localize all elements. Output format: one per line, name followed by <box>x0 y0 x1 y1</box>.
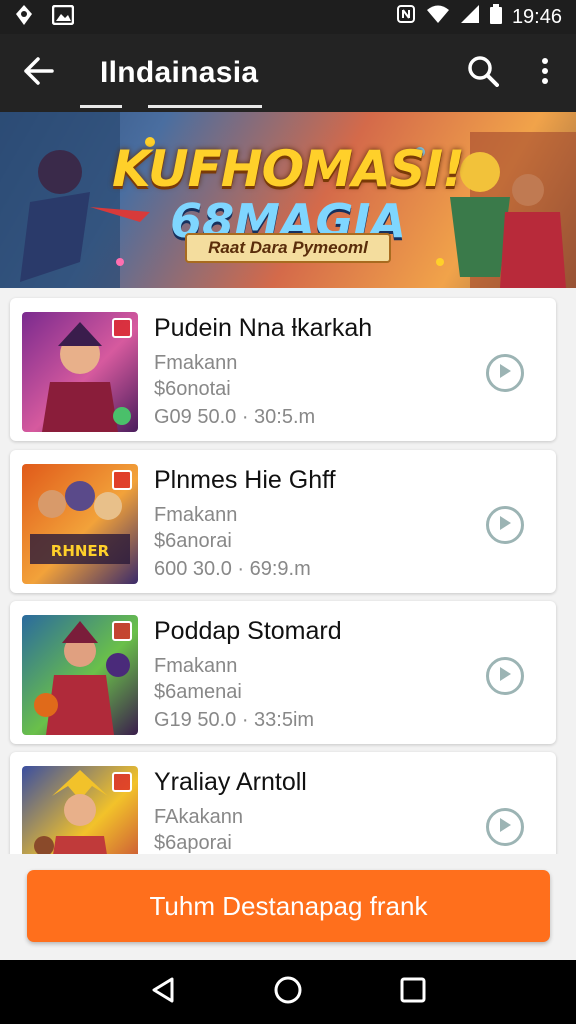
nav-recents-button[interactable] <box>383 962 443 1022</box>
page-title: Ilndainasia <box>100 56 259 89</box>
banner-ribbon: Raat Dara Pymeoml <box>185 233 391 263</box>
more-options-button[interactable] <box>514 34 576 112</box>
list-item[interactable]: Pudein Nna ƚkarkah Fmakann $6onotai G09 … <box>10 298 556 441</box>
item-subtitle: Fmakann <box>154 504 238 526</box>
battery-icon <box>489 4 502 30</box>
recents-square-icon <box>400 977 426 1008</box>
thumbnail <box>22 615 138 735</box>
tab-indicators <box>0 104 576 112</box>
play-icon <box>497 362 513 385</box>
tab-indicator-active <box>148 105 262 108</box>
badge-icon <box>112 470 132 490</box>
game-list[interactable]: Pudein Nna ƚkarkah Fmakann $6onotai G09 … <box>0 288 576 854</box>
back-triangle-icon <box>150 976 176 1009</box>
location-icon <box>14 4 34 31</box>
cta-container: Tuhm Destanapag frank <box>0 854 576 960</box>
image-icon <box>51 4 75 30</box>
item-stats: 600 30.0 · 69:9.m <box>154 558 311 580</box>
item-subtitle: FAkakann <box>154 806 243 828</box>
play-button[interactable] <box>486 506 524 544</box>
nav-back-button[interactable] <box>133 962 193 1022</box>
system-nav-bar <box>0 960 576 1024</box>
item-subtitle: Fmakann <box>154 655 238 677</box>
play-icon <box>497 665 513 688</box>
item-subtitle: Fmakann <box>154 352 238 374</box>
thumbnail <box>22 766 138 854</box>
item-stats: G09 50.0 · 30:5.m <box>154 406 316 428</box>
more-vert-icon <box>541 57 549 90</box>
item-stats: G19 50.0 · 33:5im <box>154 709 315 731</box>
back-arrow-icon <box>24 56 54 90</box>
play-button[interactable] <box>486 657 524 695</box>
item-title: Pudein Nna ƚkarkah <box>154 314 373 342</box>
banner-title: KUFHOMASI! <box>112 140 465 198</box>
badge-icon <box>112 621 132 641</box>
item-title: Plnmes Hie Ghff <box>154 466 336 494</box>
status-time: 19:46 <box>511 5 562 28</box>
item-title: Yraliay Arntoll <box>154 768 307 796</box>
thumbnail <box>22 312 138 432</box>
play-icon <box>497 514 513 537</box>
list-item[interactable]: Poddap Stomard Fmakann $6amenai G19 50.0… <box>10 601 556 744</box>
badge-icon <box>112 318 132 338</box>
play-button[interactable] <box>486 354 524 392</box>
play-icon <box>497 816 513 839</box>
cta-button[interactable]: Tuhm Destanapag frank <box>27 870 550 942</box>
item-title: Poddap Stomard <box>154 617 342 645</box>
home-circle-icon <box>273 975 303 1010</box>
item-price: $6aporai <box>154 832 232 854</box>
nav-home-button[interactable] <box>258 962 318 1022</box>
item-price: $6onotai <box>154 378 231 400</box>
svg-text:RHNER: RHNER <box>51 542 110 560</box>
nfc-icon <box>396 4 416 30</box>
search-icon <box>467 55 499 92</box>
wifi-icon <box>426 4 450 30</box>
item-price: $6amenai <box>154 681 242 703</box>
status-bar: 19:46 <box>0 0 576 34</box>
app-bar: Ilndainasia <box>0 34 576 112</box>
signal-icon <box>460 4 480 30</box>
back-button[interactable] <box>0 34 78 112</box>
tab-indicator <box>80 105 122 108</box>
item-price: $6anorai <box>154 530 232 552</box>
search-button[interactable] <box>452 34 514 112</box>
play-button[interactable] <box>486 808 524 846</box>
list-item[interactable]: Yraliay Arntoll FAkakann $6aporai <box>10 752 556 854</box>
badge-icon <box>112 772 132 792</box>
thumbnail: RHNER <box>22 464 138 584</box>
list-item[interactable]: RHNER Plnmes Hie Ghff Fmakann $6anorai 6… <box>10 450 556 593</box>
